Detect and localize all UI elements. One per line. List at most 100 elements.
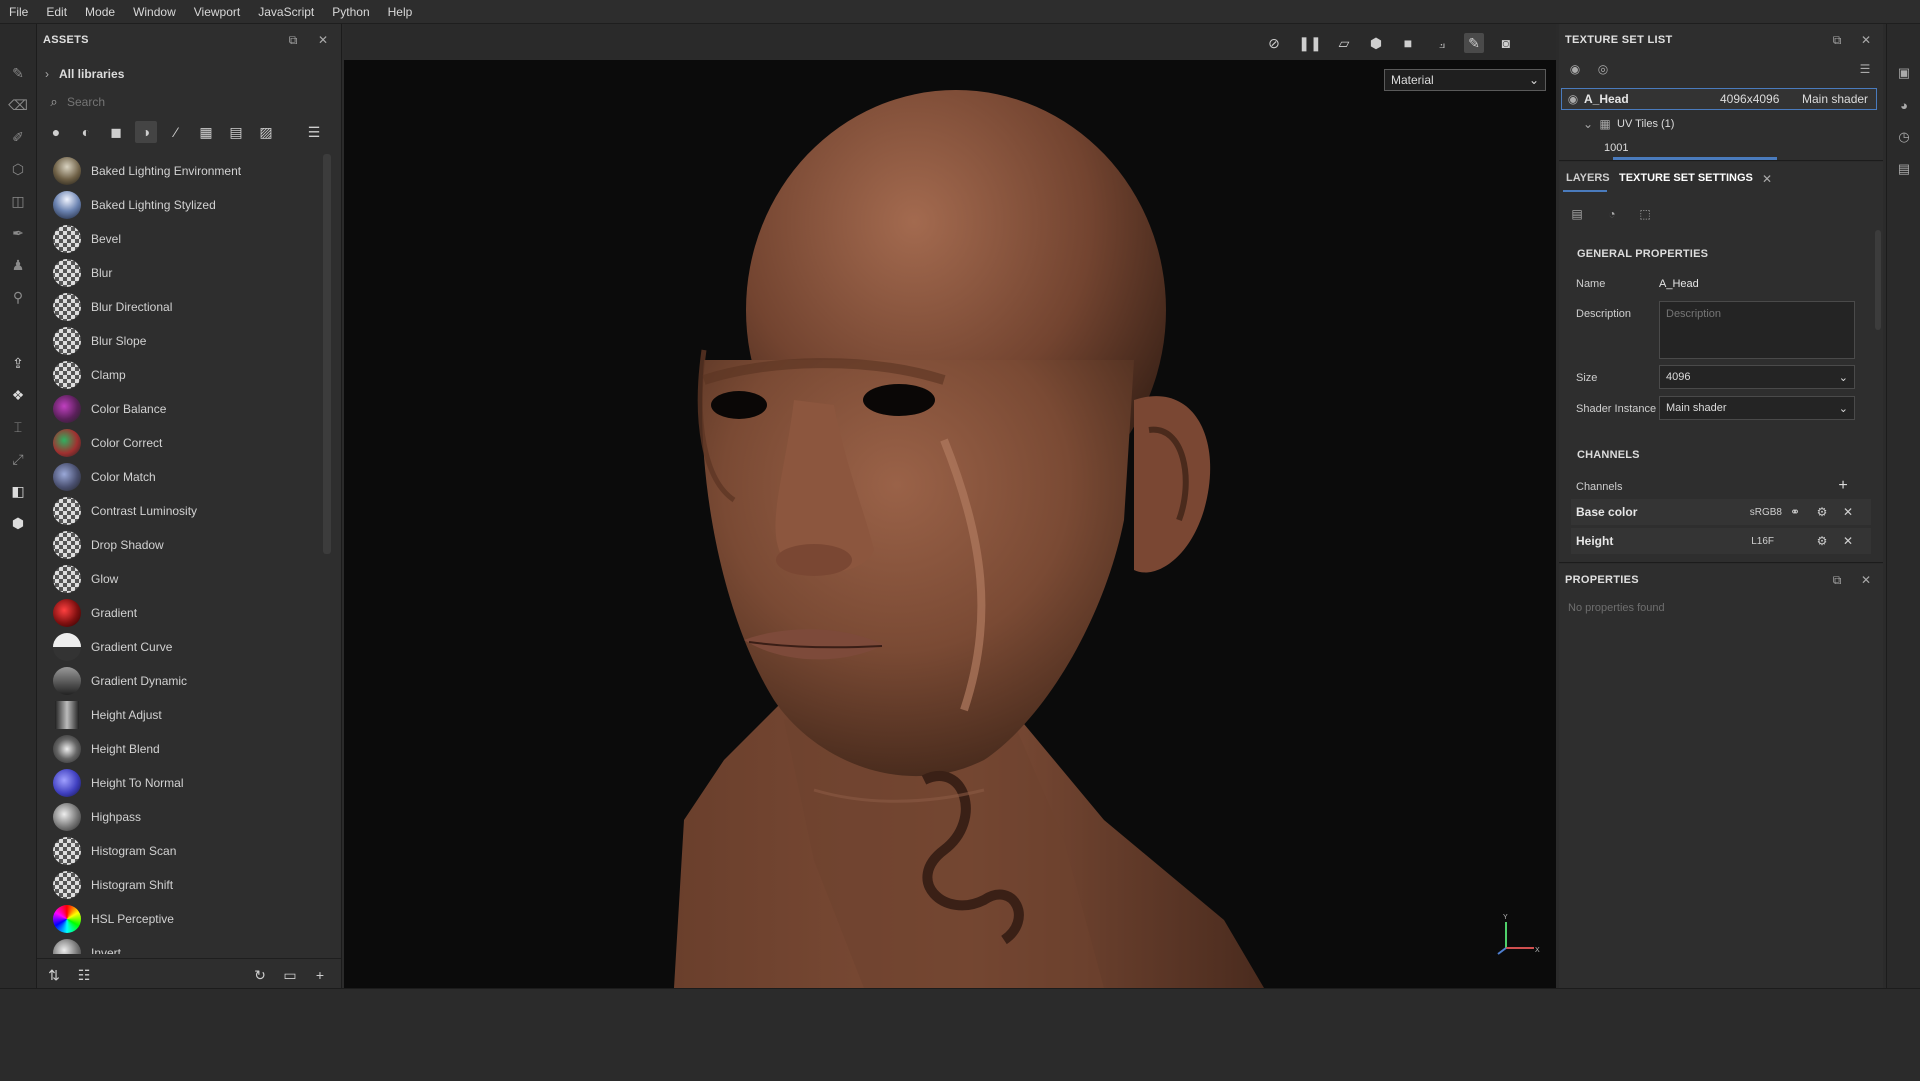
viewport[interactable]: ⊘ ❚❚ ▱ ⬢ ■ ⟓ ✎ ◙ Material ⌄ Y X <box>344 24 1556 988</box>
tab-layers[interactable]: LAYERS <box>1566 172 1610 184</box>
shader-icon[interactable]: ◔ <box>1604 206 1620 222</box>
view-2d-icon[interactable]: ▱ <box>1334 33 1354 53</box>
settings-scrollbar[interactable] <box>1875 230 1881 330</box>
asset-list-item[interactable]: Color Match <box>41 460 321 494</box>
shader-instance-select[interactable]: Main shader ⌄ <box>1659 396 1855 420</box>
texture-filter-icon[interactable]: ▦ <box>195 121 217 143</box>
pause-icon[interactable]: ❚❚ <box>1298 33 1321 53</box>
uv-tiles-row[interactable]: ⌄ ▦ UV Tiles (1) <box>1559 113 1883 135</box>
asset-list-item[interactable]: Baked Lighting Stylized <box>41 188 321 222</box>
cube-icon[interactable]: ⬢ <box>9 514 27 532</box>
viewport-display-mode-select[interactable]: Material ⌄ <box>1384 69 1546 91</box>
link-icon[interactable]: ⤢ <box>9 450 27 468</box>
smart-material-filter-icon[interactable]: ◐ <box>75 121 97 143</box>
smudge-icon[interactable]: ✒ <box>9 224 27 242</box>
environment-filter-icon[interactable]: ▨ <box>255 121 277 143</box>
asset-list-item[interactable]: Histogram Shift <box>41 868 321 902</box>
list-view-icon[interactable]: ☰ <box>303 121 325 143</box>
asset-list-item[interactable]: Blur Directional <box>41 290 321 324</box>
remove-channel-icon[interactable]: ✕ <box>1836 505 1860 519</box>
paint-mode-icon[interactable]: ✎ <box>1464 33 1484 53</box>
eye-icon[interactable]: ◎ <box>1595 61 1611 77</box>
asset-list-item[interactable]: Clamp <box>41 358 321 392</box>
menu-help[interactable]: Help <box>379 5 422 19</box>
asset-list-item[interactable]: Histogram Scan <box>41 834 321 868</box>
texture-set-icon[interactable]: ▤ <box>1569 206 1585 222</box>
clone-stamp-icon[interactable]: ♟ <box>9 256 27 274</box>
display-settings-icon[interactable]: ▣ <box>1895 64 1913 82</box>
asset-list-item[interactable]: Blur <box>41 256 321 290</box>
projection-icon[interactable]: ✐ <box>9 128 27 146</box>
geometry-mask-icon[interactable]: ⬡ <box>9 160 27 178</box>
menu-file[interactable]: File <box>0 5 37 19</box>
channel-row-height[interactable]: Height L16F ⚙ ✕ <box>1571 528 1871 554</box>
screenshot-icon[interactable]: ◙ <box>1496 33 1516 53</box>
asset-list-item[interactable]: Color Correct <box>41 426 321 460</box>
asset-list-scrollbar[interactable] <box>323 154 331 554</box>
mask-filter-icon[interactable]: ◼ <box>105 121 127 143</box>
asset-list-item[interactable]: Invert <box>41 936 321 954</box>
refresh-icon[interactable]: ↻ <box>251 966 269 984</box>
mesh-map-icon[interactable]: ⬚ <box>1637 206 1653 222</box>
asset-list-item[interactable]: Baked Lighting Environment <box>41 154 321 188</box>
asset-list-item[interactable]: Contrast Luminosity <box>41 494 321 528</box>
size-select[interactable]: 4096 ⌄ <box>1659 365 1855 389</box>
asset-list-item[interactable]: Drop Shadow <box>41 528 321 562</box>
hide-ui-icon[interactable]: ⊘ <box>1264 33 1284 53</box>
settings-menu-icon[interactable]: ☰ <box>1857 61 1873 77</box>
maximize-icon[interactable]: ⧉ <box>285 32 301 48</box>
filter-filter-icon[interactable]: ◑ <box>135 121 157 143</box>
asset-list-item[interactable]: Blur Slope <box>41 324 321 358</box>
remove-channel-icon[interactable]: ✕ <box>1836 534 1860 548</box>
brush-filter-icon[interactable]: ⁄ <box>165 121 187 143</box>
asset-list-item[interactable]: Height To Normal <box>41 766 321 800</box>
view-3d-icon[interactable]: ⬢ <box>1366 33 1386 53</box>
gear-icon[interactable]: ⚙ <box>1808 534 1836 548</box>
channel-row-base-color[interactable]: Base color sRGB8 ⚭ ⚙ ✕ <box>1571 499 1871 525</box>
visibility-toggle-icon[interactable]: ◉ <box>1567 61 1583 77</box>
measure-icon[interactable]: ⌶ <box>9 418 27 436</box>
asset-list-item[interactable]: Color Balance <box>41 392 321 426</box>
folder-icon[interactable]: ▭ <box>281 966 299 984</box>
asset-list-item[interactable]: Gradient Dynamic <box>41 664 321 698</box>
polygon-fill-icon[interactable]: ◫ <box>9 192 27 210</box>
log-icon[interactable]: ▤ <box>1895 160 1913 178</box>
shader-settings-icon[interactable]: ◕ <box>1895 96 1913 114</box>
chevron-down-icon[interactable]: ⌄ <box>1559 117 1593 131</box>
menu-window[interactable]: Window <box>124 5 185 19</box>
asset-list-item[interactable]: Gradient Curve <box>41 630 321 664</box>
bake-icon[interactable]: ⇪ <box>9 354 27 372</box>
maximize-icon[interactable]: ⧉ <box>1829 572 1845 588</box>
add-channel-icon[interactable]: + <box>1835 477 1851 494</box>
asset-list-item[interactable]: Bevel <box>41 222 321 256</box>
group-icon[interactable]: ☷ <box>75 966 93 984</box>
menu-viewport[interactable]: Viewport <box>185 5 249 19</box>
add-icon[interactable]: + <box>311 966 329 984</box>
layer-stack-icon[interactable]: ◧ <box>9 482 27 500</box>
description-field[interactable] <box>1659 301 1855 359</box>
symmetry-icon[interactable]: ⟓ <box>1432 33 1452 53</box>
eraser-icon[interactable]: ⌫ <box>8 96 28 114</box>
sort-icon[interactable]: ⇅ <box>45 966 63 984</box>
3d-head-model[interactable] <box>344 60 1556 988</box>
asset-list-item[interactable]: HSL Perceptive <box>41 902 321 936</box>
asset-list-item[interactable]: Glow <box>41 562 321 596</box>
texture-icon[interactable]: ❖ <box>9 386 27 404</box>
tab-texture-set-settings[interactable]: TEXTURE SET SETTINGS <box>1619 172 1753 184</box>
grid-filter-icon[interactable]: ▤ <box>225 121 247 143</box>
maximize-icon[interactable]: ⧉ <box>1829 32 1845 48</box>
color-profile-icon[interactable]: ⚭ <box>1782 505 1808 519</box>
menu-javascript[interactable]: JavaScript <box>249 5 323 19</box>
close-icon[interactable]: ✕ <box>1759 171 1775 187</box>
close-icon[interactable]: ✕ <box>1858 32 1874 48</box>
camera-icon[interactable]: ■ <box>1398 33 1418 53</box>
asset-list-item[interactable]: Height Adjust <box>41 698 321 732</box>
assets-search-input[interactable] <box>65 94 309 110</box>
asset-list-item[interactable]: Highpass <box>41 800 321 834</box>
close-icon[interactable]: ✕ <box>315 32 331 48</box>
gear-icon[interactable]: ⚙ <box>1808 505 1836 519</box>
close-icon[interactable]: ✕ <box>1858 572 1874 588</box>
all-libraries-breadcrumb[interactable]: › All libraries <box>45 67 124 81</box>
menu-edit[interactable]: Edit <box>37 5 76 19</box>
menu-mode[interactable]: Mode <box>76 5 124 19</box>
